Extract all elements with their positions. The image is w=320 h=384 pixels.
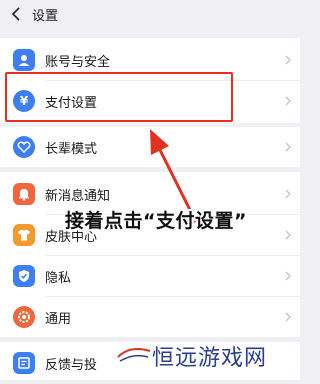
annotation-text: 接着点击“支付设置” xyxy=(65,210,247,232)
watermark-text: 恒远游戏网 xyxy=(152,346,268,371)
watermark-logo-icon xyxy=(117,348,151,362)
annotation-arrow-icon xyxy=(150,129,198,223)
